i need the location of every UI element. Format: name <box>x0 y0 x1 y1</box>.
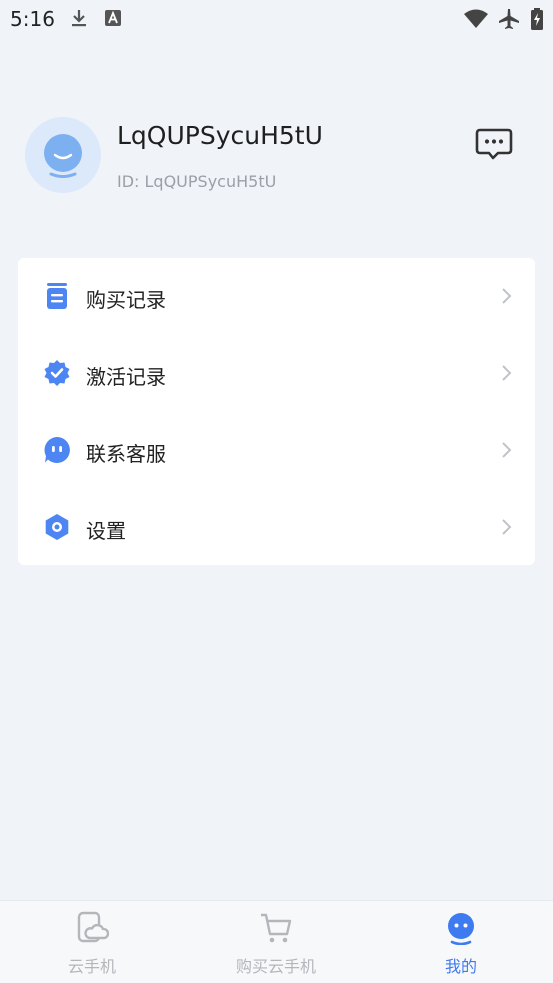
profile-icon <box>448 913 474 945</box>
avatar-face-icon <box>44 134 82 178</box>
menu-item-customer-service[interactable]: 联系客服 <box>18 412 535 489</box>
status-time: 5:16 <box>10 7 55 31</box>
chevron-right-icon <box>502 519 512 535</box>
battery-charging-icon <box>531 8 543 30</box>
customer-service-icon <box>44 437 70 463</box>
cart-icon <box>261 913 292 943</box>
tab-mine[interactable]: 我的 <box>401 901 521 983</box>
chevron-right-icon <box>502 365 512 381</box>
menu-item-settings[interactable]: 设置 <box>18 489 535 566</box>
menu-item-label: 联系客服 <box>86 442 166 466</box>
username: LqQUPSycuH5tU <box>117 121 323 150</box>
tab-buy-cloud-phone[interactable]: 购买云手机 <box>216 901 336 983</box>
chevron-right-icon <box>502 288 512 304</box>
bottom-nav: 云手机 购买云手机 我的 <box>0 900 553 983</box>
status-bar: 5:16 <box>0 0 553 38</box>
message-button[interactable] <box>473 124 515 164</box>
user-id: ID: LqQUPSycuH5tU <box>117 172 277 191</box>
gear-icon <box>45 514 69 540</box>
cloud-phone-icon <box>77 911 109 943</box>
menu-item-label: 激活记录 <box>86 365 166 389</box>
menu-item-purchase-records[interactable]: 购买记录 <box>18 258 535 335</box>
chevron-right-icon <box>502 442 512 458</box>
download-icon <box>72 10 86 27</box>
screen: 5:16 LqQUPSycuH5tU ID: LqQUPSycuH5tU 购买记… <box>0 0 553 983</box>
receipt-icon <box>47 283 67 309</box>
tab-label: 购买云手机 <box>235 957 316 976</box>
airplane-icon <box>499 9 519 29</box>
chat-bubble-icon <box>475 128 513 160</box>
tab-label: 云手机 <box>67 957 116 976</box>
verified-badge-icon <box>44 360 70 386</box>
avatar[interactable] <box>25 117 101 193</box>
tab-label: 我的 <box>444 957 477 976</box>
menu-item-label: 设置 <box>86 519 126 543</box>
menu-card: 购买记录 激活记录 联系客服 设置 <box>18 258 535 565</box>
tab-cloud-phone[interactable]: 云手机 <box>32 901 152 983</box>
menu-item-activation-records[interactable]: 激活记录 <box>18 335 535 412</box>
wifi-icon <box>464 9 488 28</box>
text-a-icon <box>105 10 121 26</box>
menu-item-label: 购买记录 <box>86 288 166 312</box>
